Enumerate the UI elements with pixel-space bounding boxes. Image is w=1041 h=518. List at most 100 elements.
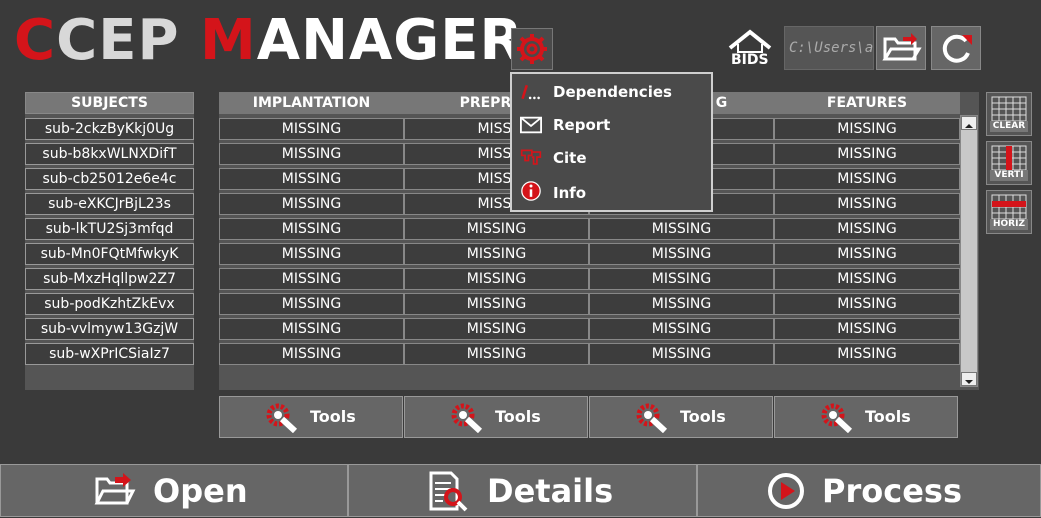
wrench-gear-icon	[636, 403, 668, 433]
table-cell-preprocessing[interactable]: MISSING	[404, 343, 589, 365]
info-icon	[521, 181, 541, 201]
document-search-icon	[429, 471, 468, 512]
grid-horizontal-icon	[991, 194, 1027, 220]
table-cell-preprocessing[interactable]: MISSING	[404, 293, 589, 315]
table-cell-features[interactable]: MISSING	[774, 343, 960, 365]
menu-item-cite[interactable]: Cite	[520, 143, 705, 173]
table-scrollbar[interactable]	[960, 115, 978, 387]
table-cell-preprocessing[interactable]: MISSING	[404, 318, 589, 340]
tools-label: Tools	[865, 407, 911, 426]
process-button[interactable]: Process	[697, 464, 1041, 517]
table-cell-implantation[interactable]: MISSING	[219, 193, 404, 215]
grid-vertical-icon	[991, 145, 1027, 171]
table-cell-implantation[interactable]: MISSING	[219, 268, 404, 290]
table-cell-implantation[interactable]: MISSING	[219, 343, 404, 365]
wrench-gear-icon	[266, 403, 298, 433]
table-cell-preprocessing[interactable]: MISSING	[404, 243, 589, 265]
subject-item[interactable]: sub-eXKCJrBjL23s	[25, 193, 194, 215]
settings-menu: Dependencies Report Cite Info	[510, 72, 713, 212]
envelope-icon	[520, 116, 542, 134]
table-cell-features[interactable]: MISSING	[774, 118, 960, 140]
scroll-down-arrow[interactable]	[961, 372, 977, 386]
table-cell-preprocessing[interactable]: MISSING	[404, 268, 589, 290]
subject-item[interactable]: sub-podKzhtZkEvx	[25, 293, 194, 315]
play-icon	[768, 473, 804, 509]
table-cell-features[interactable]: MISSING	[774, 268, 960, 290]
table-cell-implantation[interactable]: MISSING	[219, 118, 404, 140]
table-cell-features[interactable]: MISSING	[774, 293, 960, 315]
details-label: Details	[487, 472, 614, 510]
subject-item[interactable]: sub-cb25012e6e4c	[25, 168, 194, 190]
table-cell-processing[interactable]: MISSING	[589, 343, 774, 365]
refresh-button[interactable]	[931, 26, 981, 70]
menu-item-dependencies[interactable]: Dependencies	[520, 77, 705, 107]
table-cell-implantation[interactable]: MISSING	[219, 143, 404, 165]
subject-item[interactable]: sub-wXPrICSiaIz7	[25, 343, 194, 365]
horiz-label: HORIZ	[990, 219, 1028, 230]
bids-label: BIDS	[731, 52, 769, 68]
wrench-gear-icon	[821, 403, 853, 433]
subject-item[interactable]: sub-lkTU2Sj3mfqd	[25, 218, 194, 240]
wrench-gear-icon	[451, 403, 483, 433]
table-cell-features[interactable]: MISSING	[774, 168, 960, 190]
tools-button-preprocessing[interactable]: Tools	[404, 396, 588, 438]
open-label: Open	[153, 472, 248, 510]
table-cell-processing[interactable]: MISSING	[589, 268, 774, 290]
details-button[interactable]: Details	[348, 464, 697, 517]
column-header-features[interactable]: FEATURES	[774, 92, 960, 114]
tools-button-processing[interactable]: Tools	[589, 396, 773, 438]
clear-selection-button[interactable]: CLEAR	[986, 92, 1032, 136]
clear-label: CLEAR	[990, 121, 1028, 132]
table-cell-implantation[interactable]: MISSING	[219, 168, 404, 190]
select-horizontal-button[interactable]: HORIZ	[986, 190, 1032, 234]
table-cell-features[interactable]: MISSING	[774, 218, 960, 240]
scroll-up-arrow[interactable]	[961, 116, 977, 130]
tools-button-features[interactable]: Tools	[774, 396, 958, 438]
tools-button-implantation[interactable]: Tools	[219, 396, 403, 438]
menu-item-label: Info	[553, 184, 587, 202]
settings-button[interactable]	[511, 28, 553, 70]
grid-clear-icon	[991, 96, 1027, 122]
table-cell-processing[interactable]: MISSING	[589, 243, 774, 265]
table-cell-implantation[interactable]: MISSING	[219, 243, 404, 265]
table-cell-features[interactable]: MISSING	[774, 243, 960, 265]
subject-item[interactable]: sub-b8kxWLNXDifT	[25, 143, 194, 165]
table-cell-features[interactable]: MISSING	[774, 193, 960, 215]
table-cell-implantation[interactable]: MISSING	[219, 293, 404, 315]
app-title: CCEP MANAGER	[14, 8, 524, 73]
select-vertical-button[interactable]: VERTI	[986, 141, 1032, 185]
menu-item-report[interactable]: Report	[520, 110, 705, 140]
table-cell-features[interactable]: MISSING	[774, 318, 960, 340]
table-cell-processing[interactable]: MISSING	[589, 318, 774, 340]
gear-icon	[517, 34, 547, 64]
verti-label: VERTI	[990, 170, 1028, 181]
open-folder-icon	[94, 473, 136, 505]
table-cell-features[interactable]: MISSING	[774, 143, 960, 165]
tools-label: Tools	[495, 407, 541, 426]
table-cell-preprocessing[interactable]: MISSING	[404, 218, 589, 240]
browse-folder-button[interactable]	[876, 26, 926, 70]
path-input[interactable]: C:\Users\a	[784, 26, 874, 70]
menu-item-label: Dependencies	[553, 83, 672, 101]
tools-label: Tools	[310, 407, 356, 426]
table-cell-implantation[interactable]: MISSING	[219, 218, 404, 240]
table-cell-processing[interactable]: MISSING	[589, 293, 774, 315]
process-label: Process	[822, 472, 962, 510]
menu-item-label: Cite	[553, 149, 587, 167]
table-cell-processing[interactable]: MISSING	[589, 218, 774, 240]
subject-item[interactable]: sub-Mn0FQtMfwkyK	[25, 243, 194, 265]
cite-icon	[520, 149, 542, 165]
subject-item[interactable]: sub-MxzHqllpw2Z7	[25, 268, 194, 290]
subjects-header: SUBJECTS	[25, 92, 194, 114]
open-folder-icon	[882, 33, 922, 61]
menu-item-info[interactable]: Info	[520, 178, 705, 208]
open-button[interactable]: Open	[0, 464, 348, 517]
menu-item-label: Report	[553, 116, 611, 134]
column-header-implantation[interactable]: IMPLANTATION	[219, 92, 404, 114]
subject-item[interactable]: sub-2ckzByKkj0Ug	[25, 118, 194, 140]
refresh-icon	[942, 34, 972, 63]
dependencies-icon	[521, 84, 540, 100]
subject-item[interactable]: sub-vvlmyw13GzjW	[25, 318, 194, 340]
bids-home-icon: BIDS	[724, 26, 776, 70]
table-cell-implantation[interactable]: MISSING	[219, 318, 404, 340]
